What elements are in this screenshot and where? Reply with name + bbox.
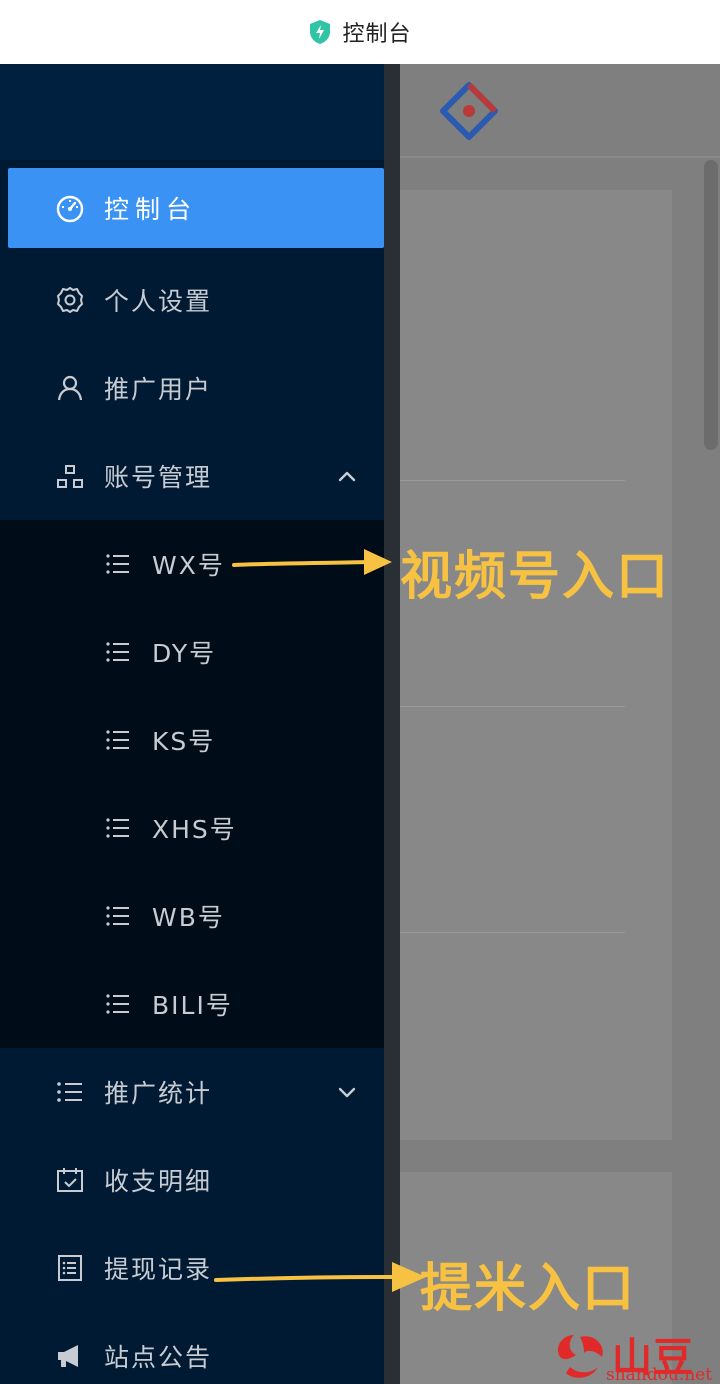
- submenu-item-wb[interactable]: WB号: [0, 872, 384, 960]
- document-list-icon: [58, 1255, 82, 1281]
- app-logo-icon: [440, 82, 498, 140]
- sidebar-item-settings[interactable]: 个人设置: [0, 256, 384, 344]
- sidebar-item-account-management[interactable]: 账号管理: [0, 432, 384, 520]
- account-submenu: WX号 DY号 KS号 XHS号 WB号 BILI号: [0, 520, 384, 1048]
- dashboard-icon: [56, 195, 84, 223]
- submenu-item-label: DY号: [152, 639, 217, 668]
- header-divider: [400, 156, 720, 158]
- submenu-item-xhs[interactable]: XHS号: [0, 784, 384, 872]
- gear-icon: [57, 287, 83, 313]
- sidebar-item-label: 控制台: [104, 195, 198, 224]
- sidebar-item-label: 账号管理: [104, 463, 213, 492]
- list-icon: [106, 818, 129, 838]
- content-card: [400, 190, 672, 1140]
- scrollbar[interactable]: [704, 160, 718, 450]
- sidebar-item-label: 个人设置: [104, 287, 213, 316]
- list-icon: [106, 730, 129, 750]
- sidebar-item-transactions[interactable]: 收支明细: [0, 1136, 384, 1224]
- sidebar-item-label: 收支明细: [104, 1167, 213, 1196]
- sidebar-item-label: 推广用户: [104, 375, 213, 404]
- megaphone-icon: [58, 1345, 78, 1367]
- arrow-annotation: [214, 1262, 426, 1292]
- submenu-item-dy[interactable]: DY号: [0, 608, 384, 696]
- title-bar: 控制台: [0, 0, 720, 64]
- watermark-subtext: shandou.net: [606, 1365, 713, 1384]
- sidebar-item-label: 站点公告: [104, 1343, 213, 1372]
- sidebar-item-announcements[interactable]: 站点公告: [0, 1312, 384, 1384]
- watermark-logo-icon: [557, 1335, 603, 1378]
- sidebar-drawer: 控制台 个人设置 推广用户 账号管理 WX号 DY号 KS号 XHS号 WB号 …: [0, 64, 400, 1384]
- calendar-check-icon: [57, 1168, 83, 1192]
- user-icon: [57, 375, 83, 401]
- annotation-video-entry: 视频号入口: [400, 547, 671, 607]
- card-divider: [400, 932, 625, 933]
- list-icon: [106, 554, 129, 574]
- submenu-item-label: BILI号: [152, 991, 233, 1020]
- sidebar-item-label: 推广统计: [104, 1079, 213, 1108]
- sidebar-item-promoted-users[interactable]: 推广用户: [0, 344, 384, 432]
- sidebar-header: [0, 64, 384, 160]
- list-icon: [106, 994, 129, 1014]
- sidebar-menu: 控制台 个人设置 推广用户 账号管理 WX号 DY号 KS号 XHS号 WB号 …: [0, 160, 384, 1384]
- list-icon: [106, 642, 129, 662]
- list-icon: [57, 1082, 82, 1102]
- card-divider: [400, 706, 625, 707]
- submenu-item-label: WX号: [152, 551, 225, 580]
- shield-bolt-icon: [310, 20, 331, 44]
- sidebar-item-promotion-stats[interactable]: 推广统计: [0, 1048, 384, 1136]
- arrow-annotation: [232, 549, 392, 575]
- submenu-item-label: WB号: [152, 903, 225, 932]
- sidebar-item-dashboard[interactable]: 控制台: [8, 168, 384, 248]
- submenu-item-label: KS号: [152, 727, 216, 756]
- sitemap-icon: [57, 465, 83, 488]
- annotation-withdraw-entry: 提米入口: [420, 1259, 637, 1319]
- submenu-item-label: XHS号: [152, 815, 237, 844]
- watermark: 山豆网 shandou.net: [550, 1325, 720, 1384]
- list-icon: [106, 906, 129, 926]
- sidebar-item-label: 提现记录: [104, 1255, 213, 1284]
- page-title: 控制台: [342, 22, 412, 47]
- submenu-item-bili[interactable]: BILI号: [0, 960, 384, 1048]
- card-divider: [400, 480, 625, 481]
- chevron-up-icon[interactable]: [336, 465, 358, 487]
- submenu-item-ks[interactable]: KS号: [0, 696, 384, 784]
- drawer-edge: [384, 64, 400, 1384]
- chevron-down-icon[interactable]: [336, 1081, 358, 1103]
- page-backdrop[interactable]: [400, 64, 720, 1384]
